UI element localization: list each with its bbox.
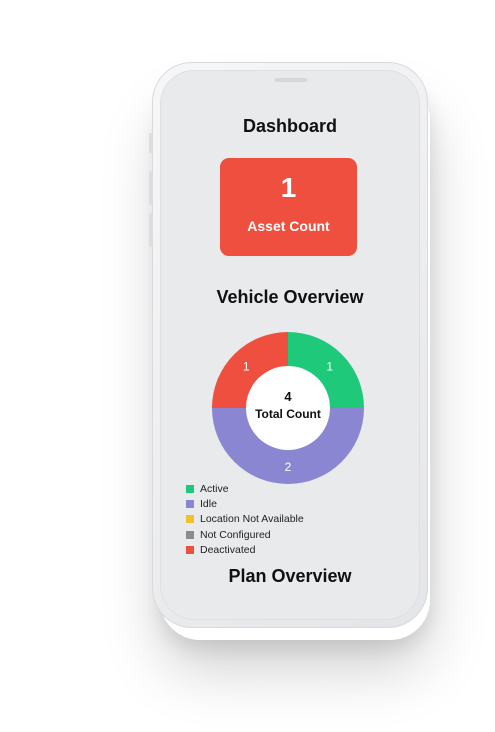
legend-label: Idle	[200, 497, 217, 510]
legend-item-deactivated[interactable]: Deactivated	[186, 542, 304, 557]
legend-swatch	[186, 515, 194, 524]
total-count-value: 4	[284, 389, 292, 404]
legend-item-active[interactable]: Active	[186, 481, 304, 496]
legend-item-location-not-available[interactable]: Location Not Available	[186, 512, 304, 527]
slice-label-active: 1	[326, 359, 333, 373]
legend-label: Deactivated	[200, 543, 256, 556]
legend-swatch	[186, 499, 194, 508]
legend-label: Location Not Available	[200, 513, 304, 526]
legend-label: Not Configured	[200, 528, 271, 541]
legend-item-not-configured[interactable]: Not Configured	[186, 527, 304, 542]
volume-down-button	[149, 213, 153, 247]
speaker-grille	[275, 78, 307, 82]
legend-label: Active	[200, 482, 229, 495]
slice-label-deactivated: 1	[243, 359, 250, 373]
app-screen: Dashboard 1 Asset Count Vehicle Overview…	[160, 70, 420, 620]
volume-up-button	[149, 171, 153, 205]
vehicle-donut-chart: 4 Total Count 1 2 1	[212, 332, 364, 484]
asset-count-card[interactable]: 1 Asset Count	[220, 158, 357, 256]
chart-legend: Active Idle Location Not Available Not Conf…	[186, 481, 304, 557]
slice-label-idle: 2	[285, 460, 292, 474]
vehicle-overview-title: Vehicle Overview	[216, 287, 364, 307]
plan-overview-title: Plan Overview	[228, 566, 352, 586]
asset-count-value: 1	[280, 172, 297, 203]
legend-item-idle[interactable]: Idle	[186, 496, 304, 511]
asset-count-label: Asset Count	[247, 218, 330, 234]
side-button	[149, 133, 153, 153]
legend-swatch	[186, 484, 194, 493]
legend-swatch	[186, 545, 194, 554]
page-title: Dashboard	[242, 116, 338, 136]
legend-swatch	[186, 530, 194, 539]
total-count-label: Total Count	[255, 407, 321, 421]
